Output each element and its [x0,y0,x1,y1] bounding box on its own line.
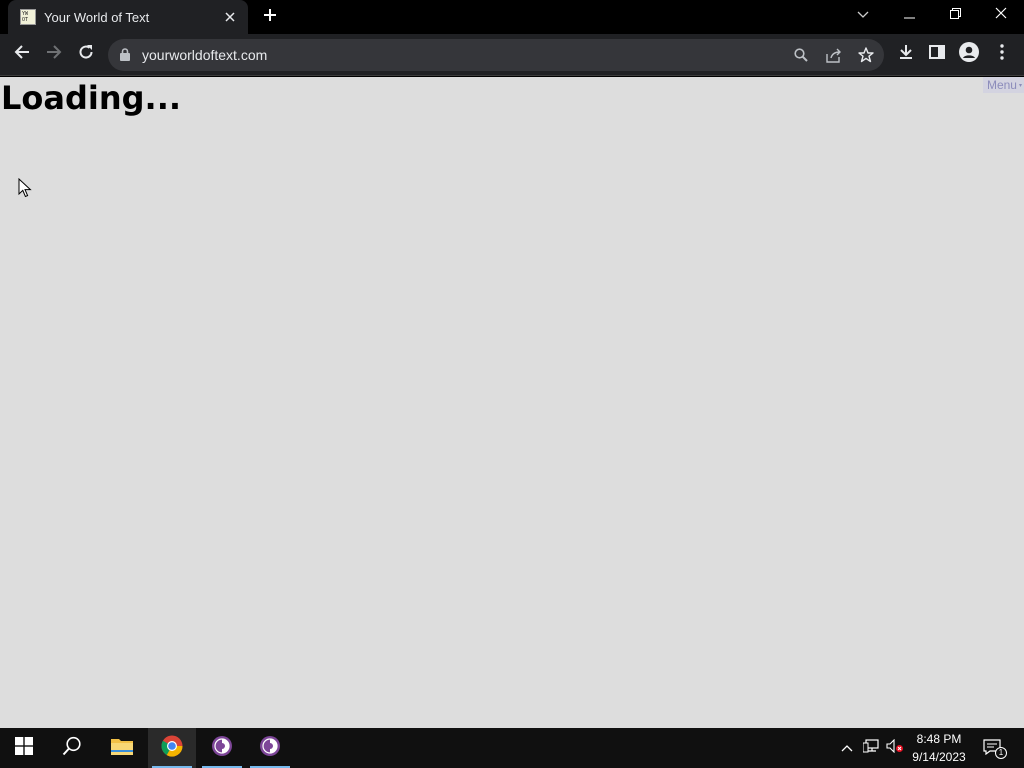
network-button[interactable] [860,728,882,768]
minimize-icon [903,6,915,24]
address-bar[interactable]: yourworldoftext.com [108,39,884,71]
lock-icon[interactable] [120,48,130,66]
restore-icon [949,6,961,24]
volume-muted-icon [886,738,904,758]
reload-button[interactable] [71,39,101,69]
browser-toolbar: yourworldoftext.com [0,34,1024,76]
network-icon [862,738,879,758]
taskbar-search-button[interactable] [48,728,96,768]
side-panel-button[interactable] [922,39,952,69]
taskbar-tor-browser-1[interactable] [198,728,246,768]
taskbar-chrome[interactable] [148,728,196,768]
side-panel-icon [929,44,945,64]
start-button[interactable] [0,728,48,768]
site-favicon: YW OT [20,9,36,25]
profile-button[interactable] [954,39,984,69]
windows-taskbar: 8:48 PM 9/14/2023 1 [0,728,1024,768]
chevron-up-icon [841,739,853,757]
plus-icon [263,8,277,27]
new-tab-button[interactable] [258,5,282,29]
menu-arrow-icon: ▾ [1018,82,1022,89]
notification-icon: 1 [983,739,1007,759]
chrome-menu-button[interactable] [987,39,1017,69]
chrome-icon [161,735,183,762]
menu-label: Menu [986,78,1017,92]
close-icon [995,6,1007,24]
browser-tab[interactable]: YW OT Your World of Text [8,0,248,34]
tab-strip: YW OT Your World of Text [0,0,1024,34]
download-icon [898,44,914,65]
back-arrow-icon [14,44,30,65]
mouse-cursor-icon [18,177,32,203]
minimize-button[interactable] [886,0,932,30]
show-hidden-icons-button[interactable] [836,728,858,768]
restore-button[interactable] [932,0,978,30]
volume-button[interactable] [884,728,906,768]
profile-icon [959,41,979,67]
windows-start-icon [15,736,33,760]
taskbar-clock[interactable]: 8:48 PM 9/14/2023 [908,730,970,766]
window-close-button[interactable] [978,0,1024,30]
taskbar-tor-browser-2[interactable] [246,728,294,768]
taskbar-file-explorer[interactable] [98,728,146,768]
downloads-button[interactable] [891,39,921,69]
url-text[interactable]: yourworldoftext.com [142,47,267,63]
search-icon [62,736,82,761]
star-icon[interactable] [856,45,876,65]
clock-date: 9/14/2023 [912,750,966,764]
file-explorer-icon [111,737,133,760]
tor-browser-icon [211,735,233,762]
loading-text: Loading... [1,79,181,117]
share-icon[interactable] [824,45,844,65]
menu-button[interactable]: Menu ▾ [982,77,1024,93]
forward-button[interactable] [39,39,69,69]
search-icon[interactable] [791,45,811,65]
chevron-down-icon [857,6,869,24]
kebab-menu-icon [1000,43,1004,65]
back-button[interactable] [7,39,37,69]
close-icon[interactable] [222,9,238,25]
tor-browser-icon [259,735,281,762]
notification-count-badge: 1 [995,747,1007,759]
page-content[interactable]: Loading... Menu ▾ [0,77,1024,728]
tab-title: Your World of Text [44,9,150,25]
reload-icon [78,44,94,65]
tab-search-button[interactable] [840,0,886,30]
action-center-button[interactable]: 1 [978,728,1008,768]
clock-time: 8:48 PM [916,732,962,746]
forward-arrow-icon [46,44,62,65]
